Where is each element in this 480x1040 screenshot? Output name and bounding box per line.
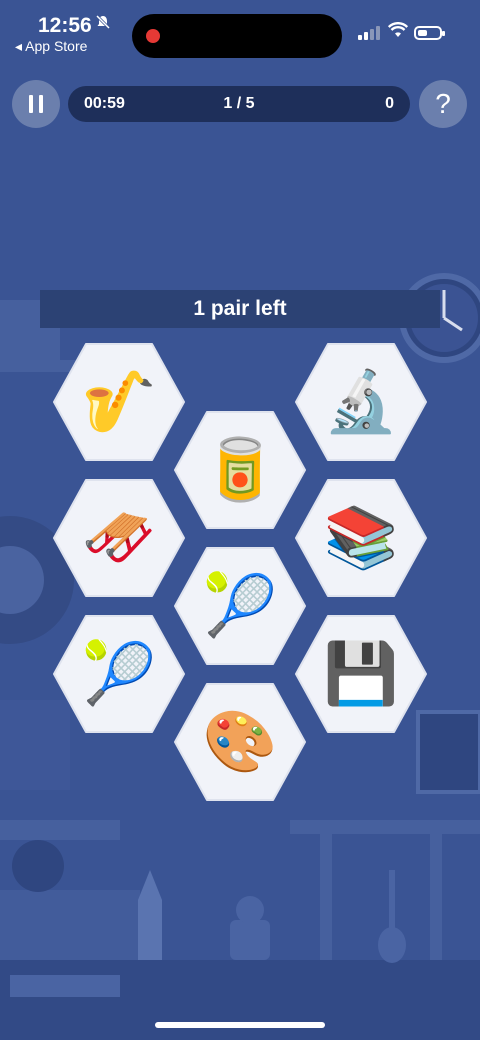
battery-icon (414, 26, 445, 40)
sled-icon: 🛷 (81, 504, 157, 571)
home-indicator[interactable] (155, 1022, 325, 1028)
tile-artist-palette[interactable]: 🎨 (171, 680, 309, 804)
microscope-icon: 🔬 (323, 368, 399, 435)
tennis-ball-icon: 🎾 (202, 572, 278, 639)
round-progress: 1 / 5 (223, 95, 255, 112)
status-time: 12:56 (38, 14, 92, 37)
bell-muted-icon (95, 14, 111, 35)
tile-floppy-disk[interactable]: 💾 (292, 612, 430, 736)
cellular-signal-icon (358, 26, 380, 40)
tennis-ball-icon: 🎾 (81, 640, 157, 707)
back-to-app-store-link[interactable]: ◂ App Store (15, 38, 87, 55)
tile-tennis-ball[interactable]: 🎾 (50, 612, 188, 736)
help-button[interactable]: ? (419, 80, 467, 128)
pairs-left-banner: 1 pair left (40, 290, 440, 328)
dynamic-island (132, 14, 342, 58)
tile-canned-food[interactable]: 🥫 (171, 408, 309, 532)
recording-indicator-icon (146, 29, 160, 43)
books-icon: 📚 (323, 504, 399, 571)
tile-tennis-ball[interactable]: 🎾 (171, 544, 309, 668)
floppy-disk-icon: 💾 (323, 640, 399, 707)
pause-button[interactable] (12, 80, 60, 128)
status-bar: 12:56 ◂ App Store (0, 0, 480, 70)
artist-palette-icon: 🎨 (202, 708, 278, 775)
canned-food-icon: 🥫 (202, 436, 278, 503)
tile-saxophone[interactable]: 🎷 (50, 340, 188, 464)
tile-sled[interactable]: 🛷 (50, 476, 188, 600)
tile-books[interactable]: 📚 (292, 476, 430, 600)
tile-microscope[interactable]: 🔬 (292, 340, 430, 464)
wifi-icon (388, 22, 408, 37)
game-status-bar: 00:59 1 / 5 0 (68, 86, 410, 122)
score: 0 (385, 95, 394, 112)
saxophone-icon: 🎷 (81, 368, 157, 435)
